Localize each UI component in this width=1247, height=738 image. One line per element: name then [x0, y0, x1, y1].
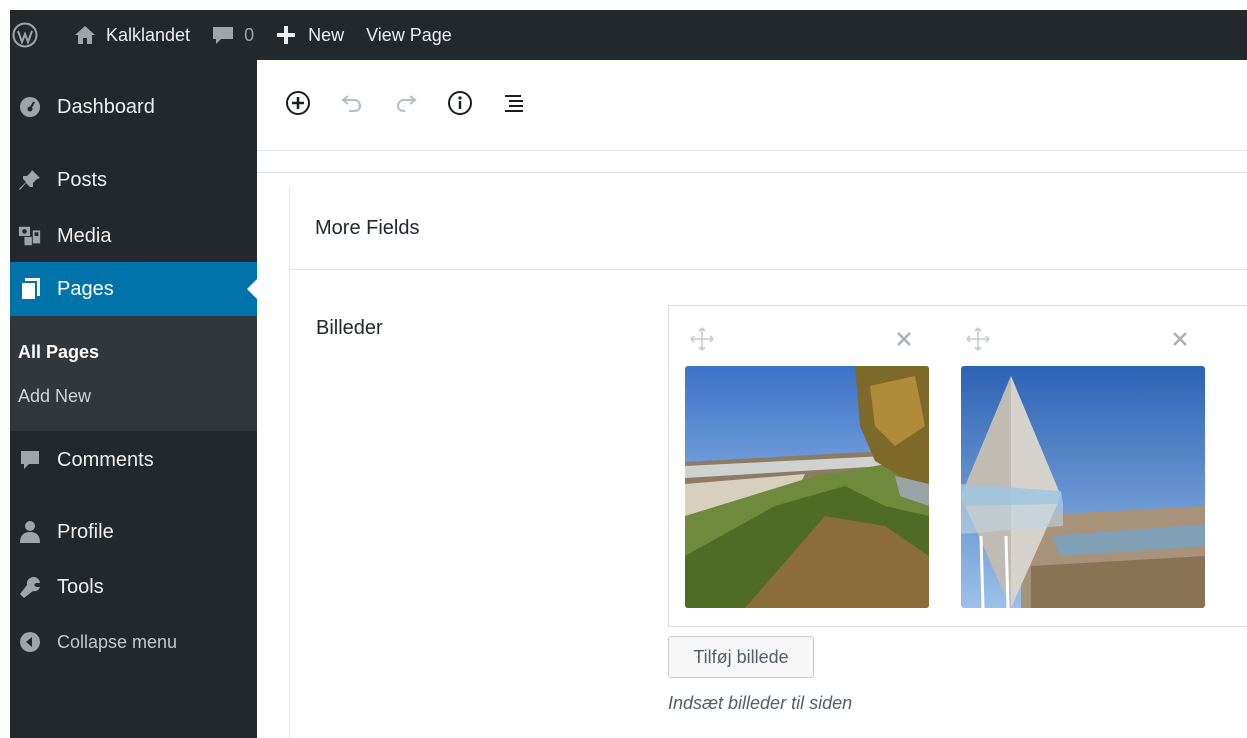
redo-button[interactable] — [393, 92, 419, 118]
sidebar-item-label: Dashboard — [57, 95, 155, 118]
comment-count: 0 — [244, 24, 255, 45]
add-block-button[interactable] — [285, 90, 311, 121]
comment-bubble-icon — [18, 448, 42, 472]
redo-icon — [393, 90, 419, 121]
info-icon — [447, 90, 473, 121]
sidebar-item-label: Posts — [57, 168, 108, 191]
field-instructions: Indsæt billeder til siden — [668, 693, 853, 713]
sidebar-item-posts[interactable]: Posts — [10, 158, 257, 202]
sidebar-item-label: Pages — [57, 277, 114, 300]
sidebar-item-profile[interactable]: Profile — [10, 510, 257, 554]
field-label-billeder: Billeder — [316, 317, 383, 339]
metabox-title: More Fields — [315, 216, 420, 239]
remove-image-icon[interactable] — [893, 328, 915, 350]
gallery-item[interactable] — [669, 306, 929, 616]
pages-submenu: All Pages Add New — [10, 316, 257, 431]
window-frame-left — [0, 0, 10, 738]
undo-icon — [339, 90, 365, 121]
move-icon[interactable] — [965, 326, 991, 352]
active-indicator — [247, 279, 257, 299]
sidebar-item-media[interactable]: Media — [10, 214, 257, 258]
collapse-menu-button[interactable]: Collapse menu — [10, 620, 257, 664]
sidebar-item-tools[interactable]: Tools — [10, 565, 257, 609]
block-navigation-button[interactable] — [501, 92, 527, 118]
move-icon[interactable] — [689, 326, 715, 352]
media-icon — [18, 224, 42, 248]
collapse-menu-label: Collapse menu — [57, 631, 178, 652]
editor-content: More Fields Billeder Tilføj billede Inds… — [257, 173, 1247, 738]
add-image-button[interactable]: Tilføj billede — [668, 636, 814, 678]
gallery-image — [685, 366, 929, 608]
outline-icon — [501, 90, 527, 121]
content-info-button[interactable] — [447, 90, 473, 121]
home-icon — [74, 25, 96, 45]
image-gallery — [668, 305, 1247, 627]
site-name: Kalklandet — [106, 24, 191, 45]
new-label: New — [308, 24, 345, 45]
undo-button[interactable] — [339, 92, 365, 118]
sidebar-item-label: Tools — [57, 575, 104, 598]
plus-icon — [276, 25, 296, 45]
collapse-arrow-icon — [18, 630, 42, 654]
wrench-icon — [18, 575, 42, 599]
comment-bubble-icon — [212, 25, 234, 45]
add-block-icon — [285, 90, 311, 121]
editor-toolbar — [257, 60, 1247, 151]
gallery-image — [961, 366, 1205, 608]
view-page-link[interactable]: View Page — [366, 10, 452, 60]
admin-bar: Kalklandet 0 New View Page — [10, 10, 1247, 60]
submenu-item-all-pages[interactable]: All Pages — [18, 342, 99, 363]
sidebar-item-comments[interactable]: Comments — [10, 437, 257, 483]
admin-sidebar: Dashboard Posts Media Pages All Pages Ad… — [10, 60, 257, 738]
gallery-item[interactable] — [945, 306, 1205, 616]
metabox-header[interactable]: More Fields — [290, 187, 1247, 270]
sidebar-item-label: Comments — [57, 448, 154, 471]
window-frame-top — [0, 0, 1247, 10]
wordpress-logo-icon — [12, 22, 38, 48]
dashboard-icon — [18, 95, 42, 119]
pages-icon — [18, 277, 42, 301]
submenu-item-add-new[interactable]: Add New — [18, 386, 91, 407]
new-content-link[interactable]: New — [276, 10, 344, 60]
pushpin-icon — [18, 168, 42, 192]
sidebar-item-label: Media — [57, 224, 112, 247]
user-icon — [18, 520, 42, 544]
remove-image-icon[interactable] — [1169, 328, 1191, 350]
view-page-label: View Page — [366, 24, 452, 45]
more-fields-metabox: More Fields Billeder Tilføj billede Inds… — [289, 187, 1247, 738]
sidebar-item-label: Profile — [57, 520, 114, 543]
wordpress-logo-button[interactable] — [10, 10, 40, 60]
site-name-link[interactable]: Kalklandet — [74, 10, 190, 60]
sidebar-item-pages[interactable]: Pages — [10, 262, 257, 316]
header-separator — [257, 151, 1247, 173]
comments-link[interactable]: 0 — [212, 10, 254, 60]
sidebar-item-dashboard[interactable]: Dashboard — [10, 84, 257, 130]
